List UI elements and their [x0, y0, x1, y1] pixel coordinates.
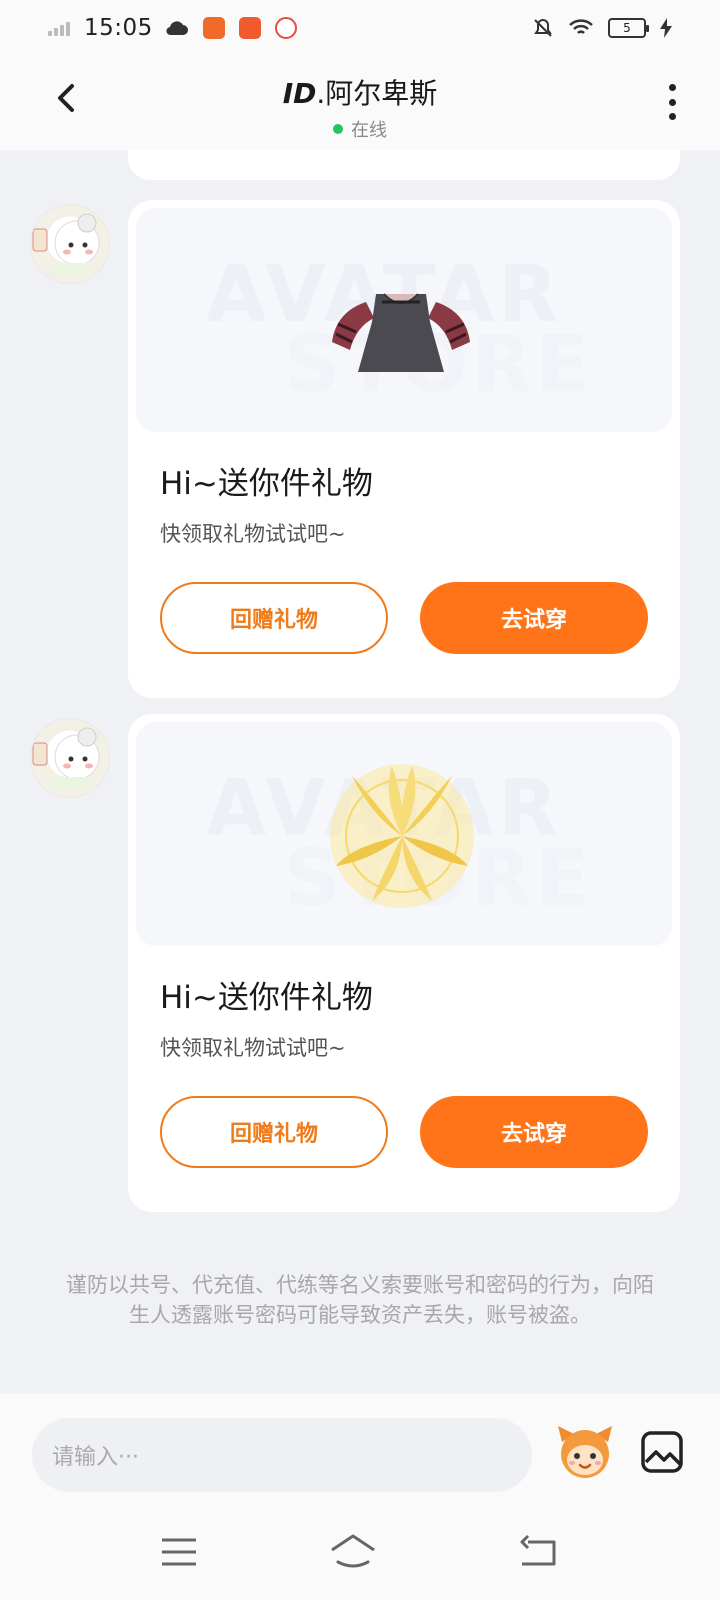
- signal-icon: [48, 20, 70, 36]
- chat-header: ID.阿尔卑斯 在线: [0, 56, 720, 150]
- return-gift-button[interactable]: 回赠礼物: [160, 1096, 388, 1168]
- try-on-button[interactable]: 去试穿: [420, 582, 648, 654]
- input-bar: 请输入···: [0, 1394, 720, 1504]
- online-status-label: 在线: [351, 120, 387, 141]
- online-dot-icon: [333, 124, 343, 134]
- more-options-button[interactable]: [660, 80, 684, 124]
- menu-nav-button[interactable]: [154, 1532, 204, 1572]
- gift-card[interactable]: AVATAR STORE Hi~送你件礼物 快领取礼物试试吧~ 回赠礼物 去试穿: [128, 200, 680, 698]
- contact-name: ID.阿尔卑斯: [0, 72, 720, 112]
- online-status: 在线: [0, 116, 720, 142]
- status-bar: 15:05 5: [0, 0, 720, 56]
- battery-level: 5: [623, 21, 631, 35]
- chat-messages[interactable]: AVATAR STORE Hi~送你件礼物 快领取礼物试试吧~ 回赠礼物 去试穿: [0, 150, 720, 1394]
- status-time: 15:05: [84, 15, 153, 41]
- gift-title: Hi~送你件礼物: [160, 466, 373, 502]
- cartoon-avatar-icon: [32, 213, 100, 275]
- cartoon-avatar-icon: [32, 727, 100, 789]
- try-on-button[interactable]: 去试穿: [420, 1096, 648, 1168]
- gift-preview: AVATAR STORE: [136, 722, 672, 946]
- dot-icon: [668, 98, 676, 106]
- cloud-icon: [166, 21, 188, 36]
- gift-title: Hi~送你件礼物: [160, 980, 373, 1016]
- chat-title: ID.阿尔卑斯 在线: [0, 72, 720, 142]
- home-icon: [331, 1534, 375, 1568]
- image-button[interactable]: [640, 1430, 684, 1474]
- golden-wings-icon: [330, 764, 474, 908]
- image-icon: [641, 1431, 683, 1473]
- menu-icon: [162, 1538, 196, 1566]
- message-input[interactable]: 请输入···: [32, 1418, 532, 1492]
- battery-icon: 5: [608, 18, 649, 38]
- app-notification-icon: [202, 17, 225, 39]
- back-nav-button[interactable]: [514, 1532, 564, 1572]
- mute-bell-icon: [534, 18, 552, 37]
- emoji-button[interactable]: [554, 1420, 616, 1482]
- gift-subtitle: 快领取礼物试试吧~: [160, 522, 346, 546]
- sender-avatar[interactable]: [30, 204, 110, 284]
- dot-icon: [668, 113, 676, 120]
- security-warning: 谨防以共号、代充值、代练等名义索要账号和密码的行为，向陌生人透露账号密码可能导致…: [66, 1273, 654, 1327]
- id-prefix: ID: [282, 77, 317, 110]
- dot-icon: [668, 84, 676, 91]
- system-nav-bar: [0, 1504, 720, 1600]
- sticker-icon: [558, 1426, 612, 1478]
- wifi-icon: [569, 19, 593, 34]
- home-nav-button[interactable]: [328, 1532, 378, 1572]
- gift-preview: AVATAR STORE: [136, 208, 672, 432]
- return-gift-button[interactable]: 回赠礼物: [160, 582, 388, 654]
- back-arrow-icon: [520, 1534, 556, 1566]
- input-placeholder: 请输入···: [52, 1445, 139, 1470]
- app-notification-icon: [238, 17, 261, 39]
- contact-nickname: .阿尔卑斯: [316, 77, 438, 110]
- sender-avatar[interactable]: [30, 718, 110, 798]
- charging-icon: [660, 18, 672, 38]
- gift-subtitle: 快领取礼物试试吧~: [160, 1036, 346, 1060]
- previous-message-card: [128, 150, 680, 180]
- app-notification-icon: [274, 17, 297, 39]
- dress-icon: [332, 293, 470, 372]
- gift-card[interactable]: AVATAR STORE Hi~送你件礼物 快领取礼物试试吧~ 回赠礼物 去试穿: [128, 714, 680, 1212]
